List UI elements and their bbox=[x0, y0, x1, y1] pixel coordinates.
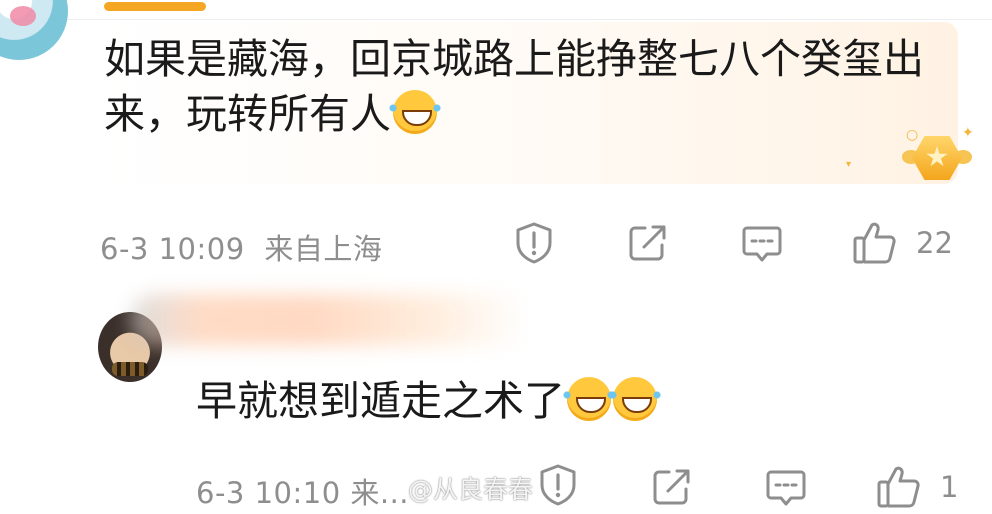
avatar-decoration bbox=[10, 6, 36, 26]
like-count: 1 bbox=[940, 470, 959, 504]
avatar[interactable] bbox=[0, 0, 68, 60]
sparkle-icon: ✦ bbox=[962, 125, 974, 141]
comment-icon[interactable] bbox=[741, 224, 783, 264]
comment-icon[interactable] bbox=[765, 468, 807, 508]
laugh-cry-emoji bbox=[609, 377, 661, 421]
top-divider bbox=[0, 19, 992, 20]
comment-text: 如果是藏海，回京城路上能挣整七八个癸玺出来，玩转所有人 bbox=[104, 35, 924, 138]
like-icon[interactable] bbox=[852, 220, 898, 266]
laugh-cry-emoji bbox=[563, 377, 615, 421]
fan-badge-icon[interactable]: ○ ✦ ▾ bbox=[846, 125, 974, 188]
active-tab-indicator bbox=[104, 2, 206, 11]
share-icon[interactable] bbox=[627, 223, 669, 263]
like-icon[interactable] bbox=[876, 464, 922, 510]
blurred-username bbox=[130, 294, 530, 346]
like-count: 22 bbox=[916, 226, 953, 260]
report-icon[interactable] bbox=[514, 221, 554, 265]
comment-time: 6-3 10:09 bbox=[100, 232, 245, 266]
comment-meta: 6-3 10:09 来自上海 bbox=[100, 226, 382, 268]
share-icon[interactable] bbox=[651, 467, 693, 507]
laugh-cry-emoji bbox=[389, 90, 441, 134]
comment-location: 来自上海 bbox=[264, 232, 383, 266]
watermark: @从良春春 bbox=[408, 475, 534, 504]
comment-meta: 6-3 10:10 来... bbox=[196, 476, 410, 510]
report-icon[interactable] bbox=[538, 463, 578, 507]
sparkle-icon: ○ bbox=[906, 127, 919, 143]
comment-text: 早就想到遁走之术了 bbox=[196, 374, 661, 429]
sparkle-icon: ▾ bbox=[846, 159, 852, 170]
